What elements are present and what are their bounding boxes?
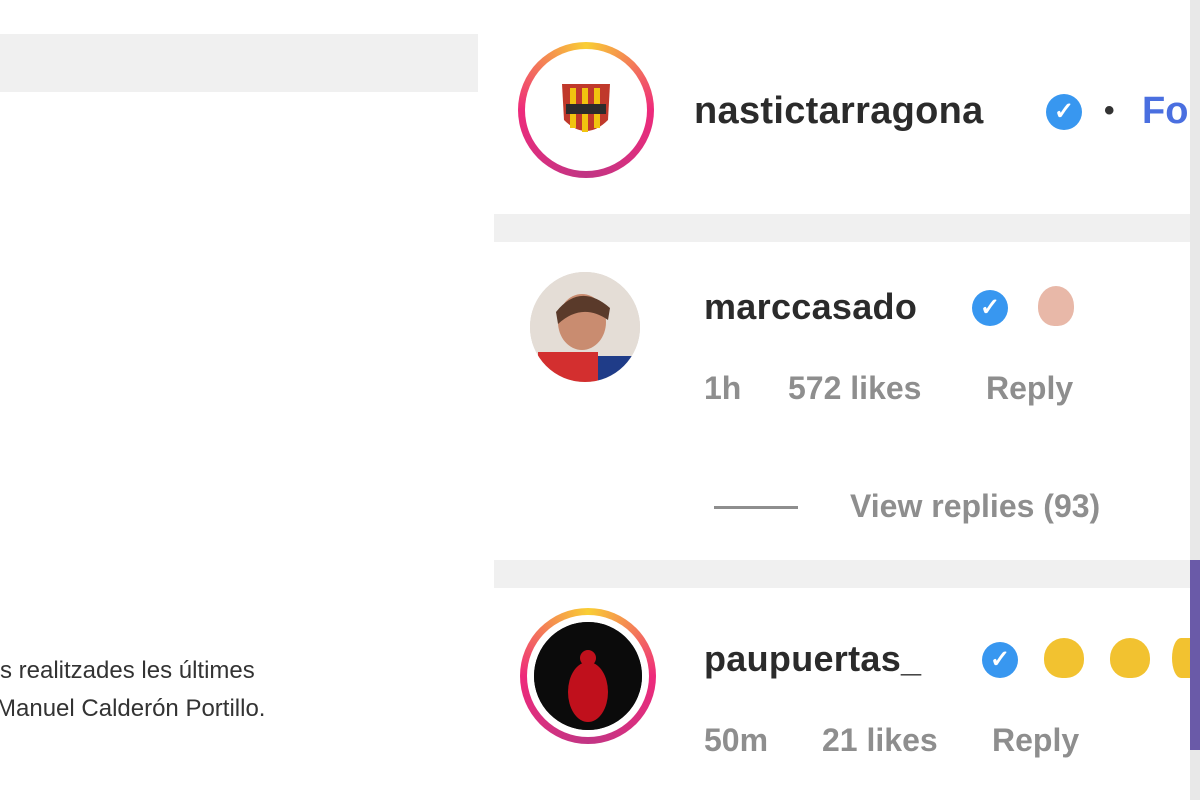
clapping-hands-icon (1038, 286, 1074, 326)
verified-badge-icon: ✓ (982, 642, 1018, 678)
divider (494, 560, 1190, 588)
story-ring[interactable] (518, 42, 654, 178)
caption-line-2: Manuel Calderón Portillo. (0, 695, 266, 722)
avatar-marccasado[interactable] (530, 272, 640, 382)
comments-panel: nastictarragona ✓ • Fo marccasado ✓ 1h 5… (478, 0, 1190, 800)
story-ring[interactable] (520, 608, 656, 744)
lemon-icon (1110, 638, 1150, 678)
club-crest-icon (562, 84, 610, 132)
caption-line-1: rs realitzades les últimes (0, 657, 255, 684)
verified-badge-icon: ✓ (972, 290, 1008, 326)
adjacent-image-strip (1190, 560, 1200, 750)
comment-likes[interactable]: 572 likes (788, 370, 921, 407)
view-replies-button[interactable]: View replies (93) (850, 488, 1100, 525)
avatar-nastictarragona[interactable] (546, 70, 626, 150)
post-caption: rs realitzades les últimes Manuel Calder… (0, 652, 470, 728)
divider (494, 214, 1190, 242)
comment-username[interactable]: paupuertas_ (704, 638, 921, 680)
reply-button[interactable]: Reply (986, 370, 1073, 407)
profile-photo-icon (530, 272, 640, 382)
comment-time: 50m (704, 722, 769, 758)
lemon-icon (1172, 638, 1190, 678)
post-header: nastictarragona ✓ • Fo (478, 36, 1190, 186)
follow-button[interactable]: Fo (1142, 90, 1190, 133)
lemon-icon (1044, 638, 1084, 678)
scrollbar-edge[interactable] (1190, 0, 1200, 800)
comment-time: 1h (704, 370, 742, 406)
media-top-bar (0, 34, 478, 92)
comment-username[interactable]: marccasado (704, 286, 917, 328)
profile-photo-icon (534, 622, 642, 730)
view-replies-line (714, 506, 798, 509)
comment-likes[interactable]: 21 likes (822, 722, 938, 759)
post-author-username[interactable]: nastictarragona (694, 90, 984, 133)
post-media-panel: rs realitzades les últimes Manuel Calder… (0, 0, 478, 800)
reply-button[interactable]: Reply (992, 722, 1079, 759)
separator-dot: • (1104, 94, 1115, 127)
avatar-paupuertas[interactable] (534, 622, 642, 730)
verified-badge-icon: ✓ (1046, 94, 1082, 130)
